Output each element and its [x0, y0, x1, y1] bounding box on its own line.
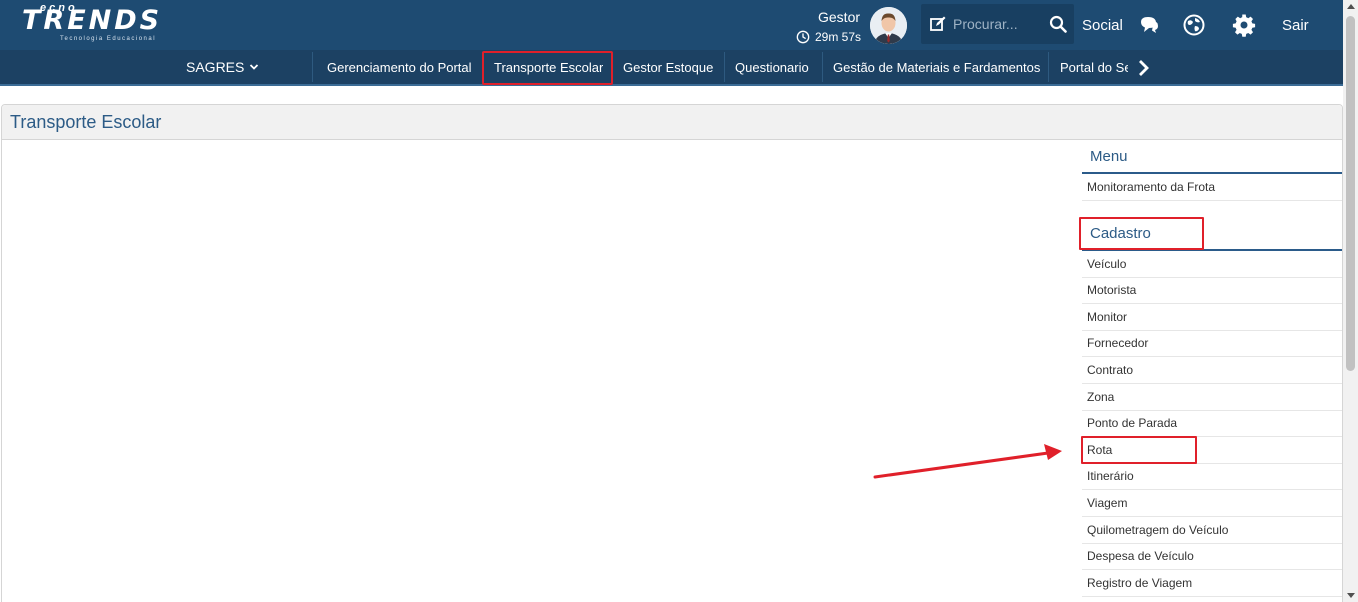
- side-item-registro-viagem[interactable]: Registro de Viagem: [1082, 570, 1342, 597]
- session-timer: 29m 57s: [796, 30, 861, 44]
- logo[interactable]: ecno TRENDS Tecnologia Educacional: [22, 2, 167, 44]
- nav-item-gestor-estoque[interactable]: Gestor Estoque: [623, 50, 713, 84]
- nav-item-questionario[interactable]: Questionario: [735, 50, 809, 84]
- side-item-contrato[interactable]: Contrato: [1082, 357, 1342, 384]
- side-item-despesa-veiculo[interactable]: Despesa de Veículo: [1082, 543, 1342, 570]
- scroll-down-icon[interactable]: [1347, 593, 1355, 598]
- nav-highlight-annotation: [482, 51, 613, 85]
- avatar[interactable]: [870, 7, 907, 44]
- logo-text: TRENDS: [22, 5, 163, 36]
- search-box: [921, 4, 1074, 44]
- panel-header: Transporte Escolar: [2, 105, 1342, 140]
- side-item-ponto-parada[interactable]: Ponto de Parada: [1082, 410, 1342, 437]
- arrow-annotation: [873, 444, 1062, 479]
- side-item-monitor[interactable]: Monitor: [1082, 304, 1342, 331]
- scroll-thumb[interactable]: [1346, 16, 1355, 371]
- edit-icon[interactable]: [929, 15, 947, 33]
- clock-icon: [796, 30, 810, 44]
- nav-item-gestao-materiais[interactable]: Gestão de Materiais e Fardamentos: [833, 50, 1040, 84]
- page-title: Transporte Escolar: [10, 112, 162, 132]
- session-timer-value: 29m 57s: [815, 30, 862, 44]
- social-link[interactable]: Social: [1082, 17, 1123, 34]
- side-item-viagem[interactable]: Viagem: [1082, 490, 1342, 517]
- chevron-down-icon: [250, 64, 259, 70]
- page-scrollbar[interactable]: [1343, 0, 1358, 602]
- side-item-zona[interactable]: Zona: [1082, 384, 1342, 411]
- nav-separator: [312, 52, 313, 82]
- logout-link[interactable]: Sair: [1282, 17, 1309, 34]
- search-input[interactable]: [953, 16, 1043, 32]
- rota-highlight-annotation: [1081, 436, 1197, 464]
- chat-icon[interactable]: [1137, 13, 1161, 37]
- nav-item-sagres[interactable]: SAGRES: [186, 50, 266, 84]
- side-item-monitoramento-frota[interactable]: Monitoramento da Frota: [1082, 174, 1342, 201]
- cadastro-highlight-annotation: [1079, 217, 1204, 250]
- side-item-fornecedor[interactable]: Fornecedor: [1082, 330, 1342, 357]
- side-item-itinerario[interactable]: Itinerário: [1082, 463, 1342, 490]
- scroll-up-icon[interactable]: [1347, 4, 1355, 9]
- module-navbar: SAGRES Gerenciamento do Portal Transport…: [0, 50, 1343, 86]
- chevron-right-icon[interactable]: [1137, 59, 1151, 77]
- globe-icon[interactable]: [1182, 13, 1206, 37]
- nav-item-label: SAGRES: [186, 59, 245, 75]
- menu-heading: Menu: [1082, 140, 1342, 174]
- side-item-quilometragem-veiculo[interactable]: Quilometragem do Veículo: [1082, 517, 1342, 544]
- side-item-motorista[interactable]: Motorista: [1082, 277, 1342, 304]
- gear-icon[interactable]: [1232, 13, 1256, 37]
- top-header: ecno TRENDS Tecnologia Educacional Gesto…: [0, 0, 1343, 50]
- avatar-image: [870, 7, 907, 44]
- menu-heading-label: Menu: [1090, 148, 1128, 165]
- search-icon[interactable]: [1049, 15, 1067, 33]
- nav-separator: [724, 52, 725, 82]
- user-name[interactable]: Gestor: [818, 9, 860, 25]
- nav-separator: [822, 52, 823, 82]
- logo-subtitle: Tecnologia Educacional: [60, 36, 157, 42]
- nav-separator: [1048, 52, 1049, 82]
- side-item-veiculo[interactable]: Veículo: [1082, 251, 1342, 278]
- nav-item-portal-servidor[interactable]: Portal do Se: [1060, 50, 1128, 84]
- nav-item-gerenciamento-portal[interactable]: Gerenciamento do Portal: [327, 50, 472, 84]
